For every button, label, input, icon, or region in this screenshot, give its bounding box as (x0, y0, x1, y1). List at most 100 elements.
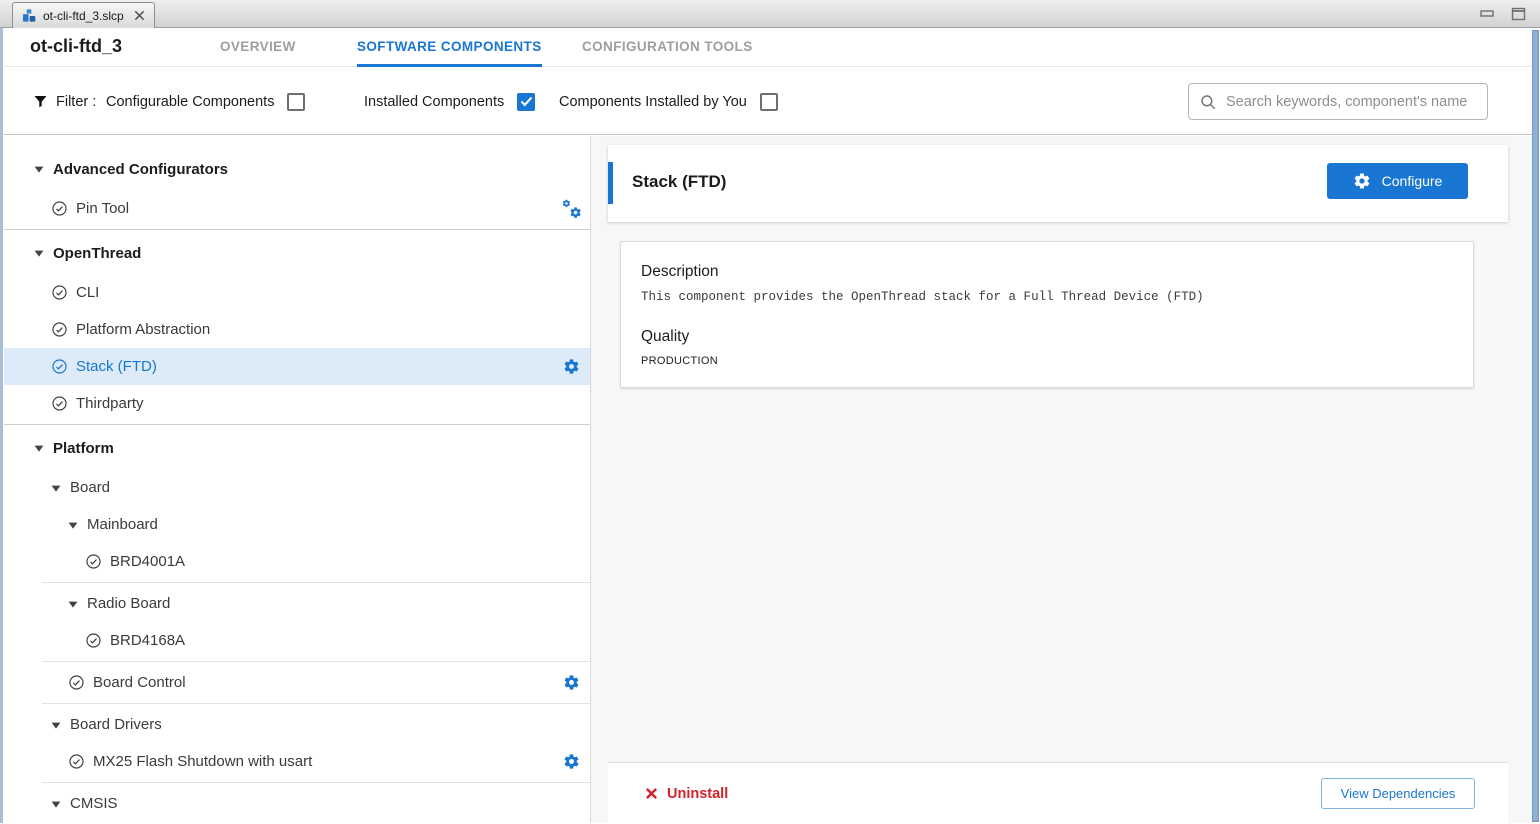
collapse-arrow-icon (34, 164, 44, 174)
editor-tab-strip: ot-cli-ftd_3.slcp (0, 0, 1540, 28)
configure-gear-icon[interactable] (563, 358, 580, 375)
tree-item-label: Mainboard (87, 516, 158, 533)
minimize-button[interactable] (1480, 7, 1495, 21)
component-description-card: Description This component provides the … (620, 241, 1474, 388)
filter-installed-by-you[interactable]: Components Installed by You (559, 68, 778, 135)
filter-configurable-components[interactable]: Configurable Components (106, 68, 305, 135)
collapse-arrow-icon (51, 483, 61, 493)
tree-item-label: Board Control (93, 674, 186, 691)
installed-check-icon (68, 674, 85, 691)
description-text: This component provides the OpenThread s… (641, 290, 1453, 304)
installed-check-icon (68, 753, 85, 770)
collapse-arrow-icon (34, 443, 44, 453)
vertical-scrollbar[interactable] (1532, 30, 1539, 822)
tab-software-components[interactable]: SOFTWARE COMPONENTS (357, 29, 542, 67)
tree-item-cli[interactable]: CLI (4, 274, 590, 311)
search-icon (1199, 93, 1217, 111)
configure-button[interactable]: Configure (1327, 163, 1468, 199)
tree-item-radio-board[interactable]: Radio Board (4, 585, 590, 622)
configure-gear-icon[interactable] (563, 674, 580, 691)
tree-item-cmsis[interactable]: CMSIS (4, 785, 590, 822)
editor-tab-label: ot-cli-ftd_3.slcp (43, 9, 124, 23)
editor-tab[interactable]: ot-cli-ftd_3.slcp (12, 2, 155, 28)
filter-icon (32, 94, 49, 110)
configure-gear-icon[interactable] (563, 753, 580, 770)
filter-label: Filter : (56, 94, 96, 110)
pin-tool-gears-icon[interactable] (562, 199, 582, 219)
search-box[interactable] (1188, 83, 1488, 120)
tree-item-label: Thirdparty (76, 395, 144, 412)
checkbox-installed-by-you[interactable] (760, 93, 778, 111)
component-title: Stack (FTD) (632, 172, 726, 192)
tree-divider (42, 782, 590, 783)
tree-item-pin-tool[interactable]: Pin Tool (4, 190, 590, 227)
left-edge-strip (0, 28, 3, 823)
tree-item-mainboard[interactable]: Mainboard (4, 506, 590, 543)
uninstall-label: Uninstall (667, 786, 728, 802)
gear-icon (1353, 172, 1371, 190)
component-detail-panel: Stack (FTD) Configure Description This c… (608, 136, 1508, 823)
collapse-arrow-icon (68, 520, 78, 530)
tab-overview[interactable]: OVERVIEW (220, 29, 296, 67)
component-tree: Advanced Configurators Pin Tool OpenThread… (4, 136, 591, 823)
quality-heading: Quality (641, 328, 1453, 346)
project-header: ot-cli-ftd_3 OVERVIEWSOFTWARE COMPONENTS… (4, 29, 1534, 67)
tree-item-label: Platform Abstraction (76, 321, 210, 338)
installed-check-icon (85, 632, 102, 649)
collapse-arrow-icon (68, 599, 78, 609)
installed-check-icon (51, 200, 68, 217)
tree-item-brd4168a[interactable]: BRD4168A (4, 622, 590, 659)
installed-check-icon (51, 358, 68, 375)
installed-check-icon (51, 321, 68, 338)
tree-item-label: Radio Board (87, 595, 170, 612)
tree-divider (4, 229, 590, 230)
tree-item-label: Stack (FTD) (76, 358, 157, 375)
search-input[interactable] (1226, 94, 1477, 110)
uninstall-button[interactable]: Uninstall (645, 763, 728, 824)
tree-item-label: BRD4001A (110, 553, 185, 570)
tree-item-mx25-flash-shutdown-with-usart[interactable]: MX25 Flash Shutdown with usart (4, 743, 590, 780)
checkbox-installed-components[interactable] (517, 93, 535, 111)
tree-item-board[interactable]: Board (4, 469, 590, 506)
filter-installed-components[interactable]: Installed Components (364, 68, 535, 135)
tree-item-label: Advanced Configurators (53, 161, 228, 178)
tree-item-label: Pin Tool (76, 200, 129, 217)
tree-divider (42, 661, 590, 662)
tree-item-thirdparty[interactable]: Thirdparty (4, 385, 590, 422)
tree-item-stack-ftd[interactable]: Stack (FTD) (4, 348, 590, 385)
tree-divider (4, 424, 590, 425)
software-components-view: Advanced Configurators Pin Tool OpenThread… (4, 136, 1534, 823)
collapse-arrow-icon (34, 248, 44, 258)
tree-section-advanced-configurators[interactable]: Advanced Configurators (4, 148, 590, 190)
tab-configuration-tools[interactable]: CONFIGURATION TOOLS (582, 29, 753, 67)
tree-item-label: Board (70, 479, 110, 496)
tree-item-label: CMSIS (70, 795, 118, 812)
collapse-arrow-icon (51, 799, 61, 809)
view-dependencies-button[interactable]: View Dependencies (1321, 778, 1475, 809)
maximize-button[interactable] (1511, 7, 1526, 21)
slcp-file-icon (22, 8, 37, 23)
tree-item-board-drivers[interactable]: Board Drivers (4, 706, 590, 743)
filter-bar: Filter : Configurable Components Install… (4, 68, 1534, 135)
description-heading: Description (641, 263, 1453, 281)
component-detail-footer: Uninstall View Dependencies (608, 762, 1508, 823)
tree-section-openthread[interactable]: OpenThread (4, 232, 590, 274)
tree-item-label: OpenThread (53, 245, 141, 262)
installed-check-icon (51, 284, 68, 301)
tree-item-brd4001a[interactable]: BRD4001A (4, 543, 590, 580)
tree-item-label: MX25 Flash Shutdown with usart (93, 753, 312, 770)
configure-button-label: Configure (1382, 173, 1443, 189)
component-detail-header: Stack (FTD) Configure (608, 145, 1508, 222)
tree-item-board-control[interactable]: Board Control (4, 664, 590, 701)
quality-value: PRODUCTION (641, 355, 1453, 367)
red-x-icon (645, 787, 658, 800)
tree-section-platform[interactable]: Platform (4, 427, 590, 469)
tree-item-platform-abstraction[interactable]: Platform Abstraction (4, 311, 590, 348)
tree-item-label: CLI (76, 284, 99, 301)
checkbox-configurable-components[interactable] (287, 93, 305, 111)
tab-close-icon[interactable] (134, 10, 145, 21)
tree-divider (42, 703, 590, 704)
accent-bar (608, 162, 613, 204)
installed-check-icon (51, 395, 68, 412)
collapse-arrow-icon (51, 720, 61, 730)
